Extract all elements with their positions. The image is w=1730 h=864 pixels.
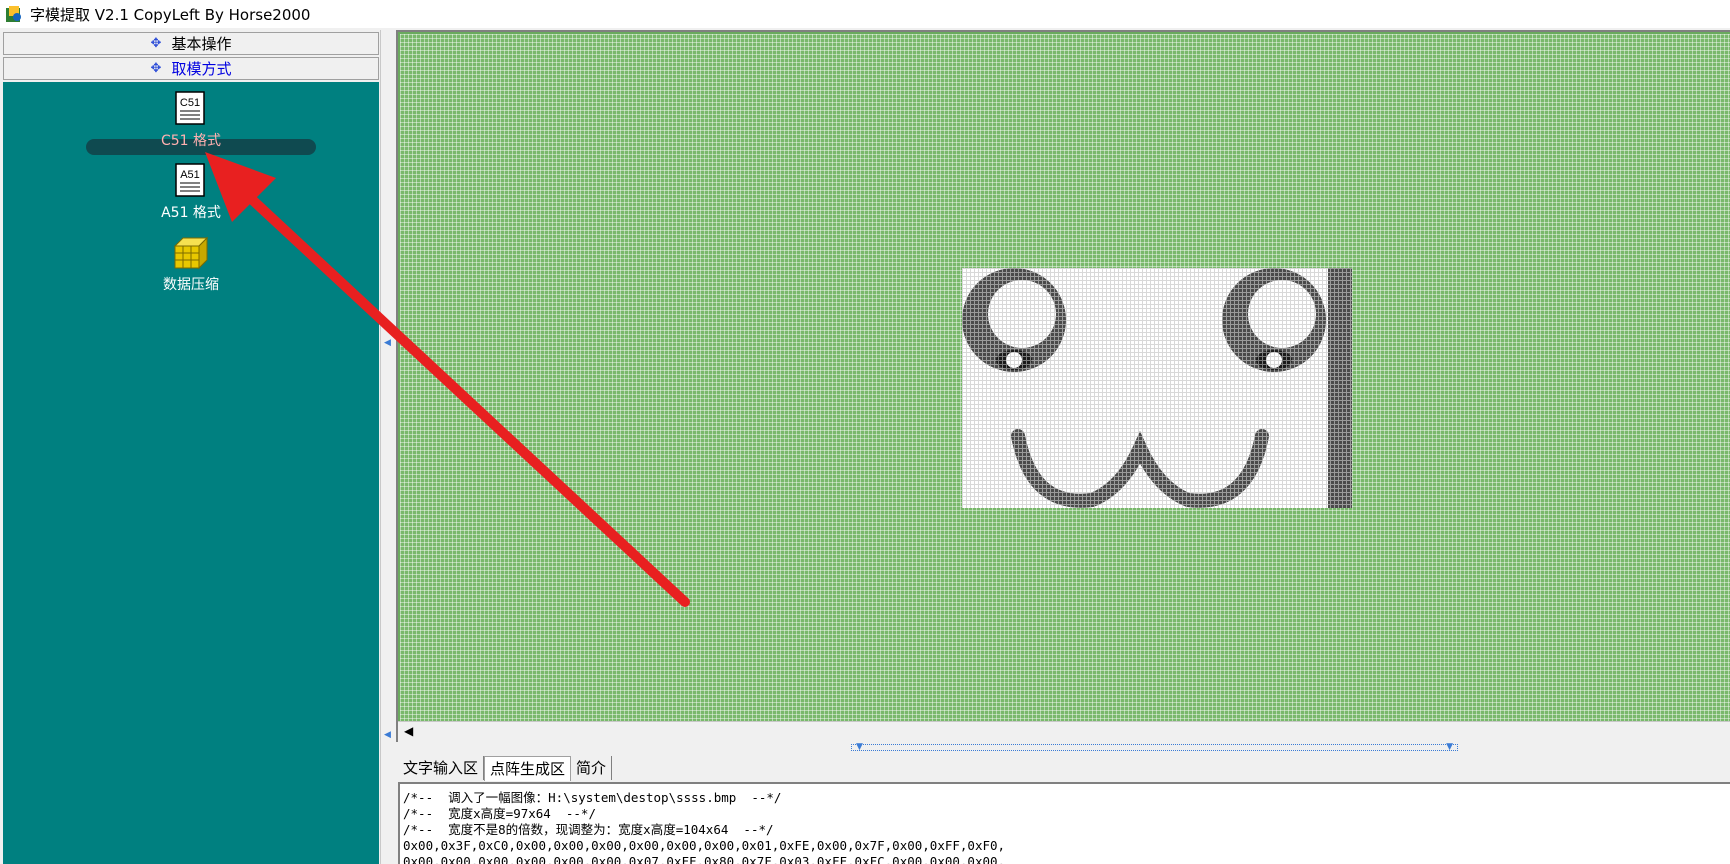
svg-text:C51: C51 [180,97,200,109]
code-line: /*-- 宽度x高度=97x64 --*/ [403,806,596,821]
loaded-bitmap-image [962,268,1352,508]
left-panel: ✥ 基本操作 ✥ 取模方式 C51 C51 格式 A51 A51 格式 数据压缩 [0,30,380,864]
tool-compress-label: 数据压缩 [163,277,219,293]
code-line: 0x00,0x3F,0xC0,0x00,0x00,0x00,0x00,0x00,… [403,838,1006,853]
diamond-icon: ✥ [150,36,162,51]
splitter-handle[interactable]: ▼ ▼ [851,742,1458,752]
tool-a51-format[interactable]: A51 A51 格式 [3,162,379,222]
tool-c51-label: C51 格式 [160,133,222,149]
title-bar: 字模提取 V2.1 CopyLeft By Horse2000 [0,0,1730,28]
pixel-grid[interactable] [400,34,1730,722]
collapse-left-icon[interactable]: ◀ [384,730,391,740]
horizontal-splitter[interactable]: ▼ ▼ [396,742,1730,752]
code-line: /*-- 宽度不是8的倍数，现调整为：宽度x高度=104x64 --*/ [403,822,774,837]
header-extract-mode-label: 取模方式 [171,60,232,78]
scroll-left-icon[interactable]: ◀ [404,724,413,738]
compress-cube-icon [173,236,209,270]
tab-about[interactable]: 简介 [571,756,613,780]
tool-c51-format[interactable]: C51 C51 格式 [3,90,379,150]
tool-a51-label: A51 格式 [161,205,221,221]
code-line: 0x00,0x00,0x00,0x00,0x00,0x00,0x07,0xFF,… [403,854,1006,864]
diamond-icon: ✥ [150,61,162,76]
header-extract-mode[interactable]: ✥ 取模方式 [3,57,379,80]
tab-dot-matrix-output[interactable]: 点阵生成区 [484,756,572,781]
tool-area: C51 C51 格式 A51 A51 格式 数据压缩 [3,82,379,864]
code-line: /*-- 调入了一幅图像：H:\system\destop\ssss.bmp -… [403,790,782,805]
window-title: 字模提取 V2.1 CopyLeft By Horse2000 [30,5,311,24]
tab-bar: 文字输入区 点阵生成区 简介 [398,756,613,781]
svg-text:A51: A51 [180,169,200,181]
header-basic-ops[interactable]: ✥ 基本操作 [3,32,379,55]
dot-matrix-canvas: ◀ [396,30,1730,742]
collapse-down-icon[interactable]: ▼ [856,742,863,752]
collapse-left-icon[interactable]: ◀ [384,338,391,348]
vertical-splitter[interactable]: ◀ ◀ [380,30,395,864]
header-basic-ops-label: 基本操作 [171,35,232,53]
c51-document-icon: C51 [175,91,205,125]
app-icon [6,6,21,22]
tool-data-compress[interactable]: 数据压缩 [3,234,379,294]
code-output-area[interactable]: /*-- 调入了一幅图像：H:\system\destop\ssss.bmp -… [398,782,1730,864]
collapse-down-icon[interactable]: ▼ [1446,742,1453,752]
tab-text-input[interactable]: 文字输入区 [398,756,485,780]
horizontal-scrollbar[interactable]: ◀ [398,721,1730,742]
a51-document-icon: A51 [175,163,205,197]
